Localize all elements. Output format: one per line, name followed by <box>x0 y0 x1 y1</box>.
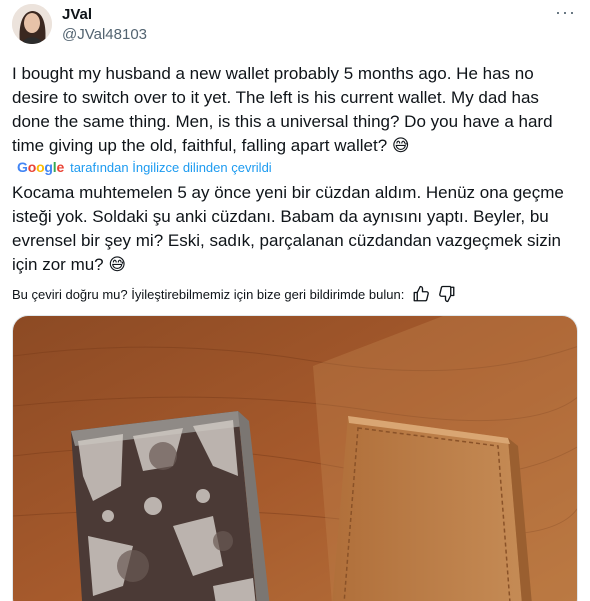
translation-feedback: Bu çeviri doğru mu? İyileştirebilmemiz i… <box>12 285 456 303</box>
feedback-prompt: Bu çeviri doğru mu? İyileştirebilmemiz i… <box>12 286 405 302</box>
display-name[interactable]: JVal <box>62 6 92 23</box>
avatar[interactable] <box>12 4 52 44</box>
handle[interactable]: @JVal48103 <box>62 26 147 43</box>
tweet-text: I bought my husband a new wallet probabl… <box>12 64 553 155</box>
avatar-image <box>12 4 52 44</box>
google-logo: Google <box>17 159 65 175</box>
more-options-icon[interactable]: ··· <box>555 2 576 23</box>
translated-by-label: tarafından İngilizce dilinden çevrildi <box>70 159 272 175</box>
tweet: JVal @JVal48103 ··· I bought my husband … <box>0 0 590 601</box>
new-wallet <box>332 416 532 601</box>
tweet-photo[interactable] <box>12 315 578 601</box>
translation-attribution[interactable]: Google tarafından İngilizce dilinden çev… <box>17 159 272 175</box>
old-wallet <box>71 411 270 601</box>
thumbs-down-icon[interactable] <box>438 285 456 303</box>
wallets-photo <box>13 316 577 601</box>
translated-text: Kocama muhtemelen 5 ay önce yeni bir cüz… <box>12 183 564 274</box>
thumbs-up-icon[interactable] <box>412 285 430 303</box>
